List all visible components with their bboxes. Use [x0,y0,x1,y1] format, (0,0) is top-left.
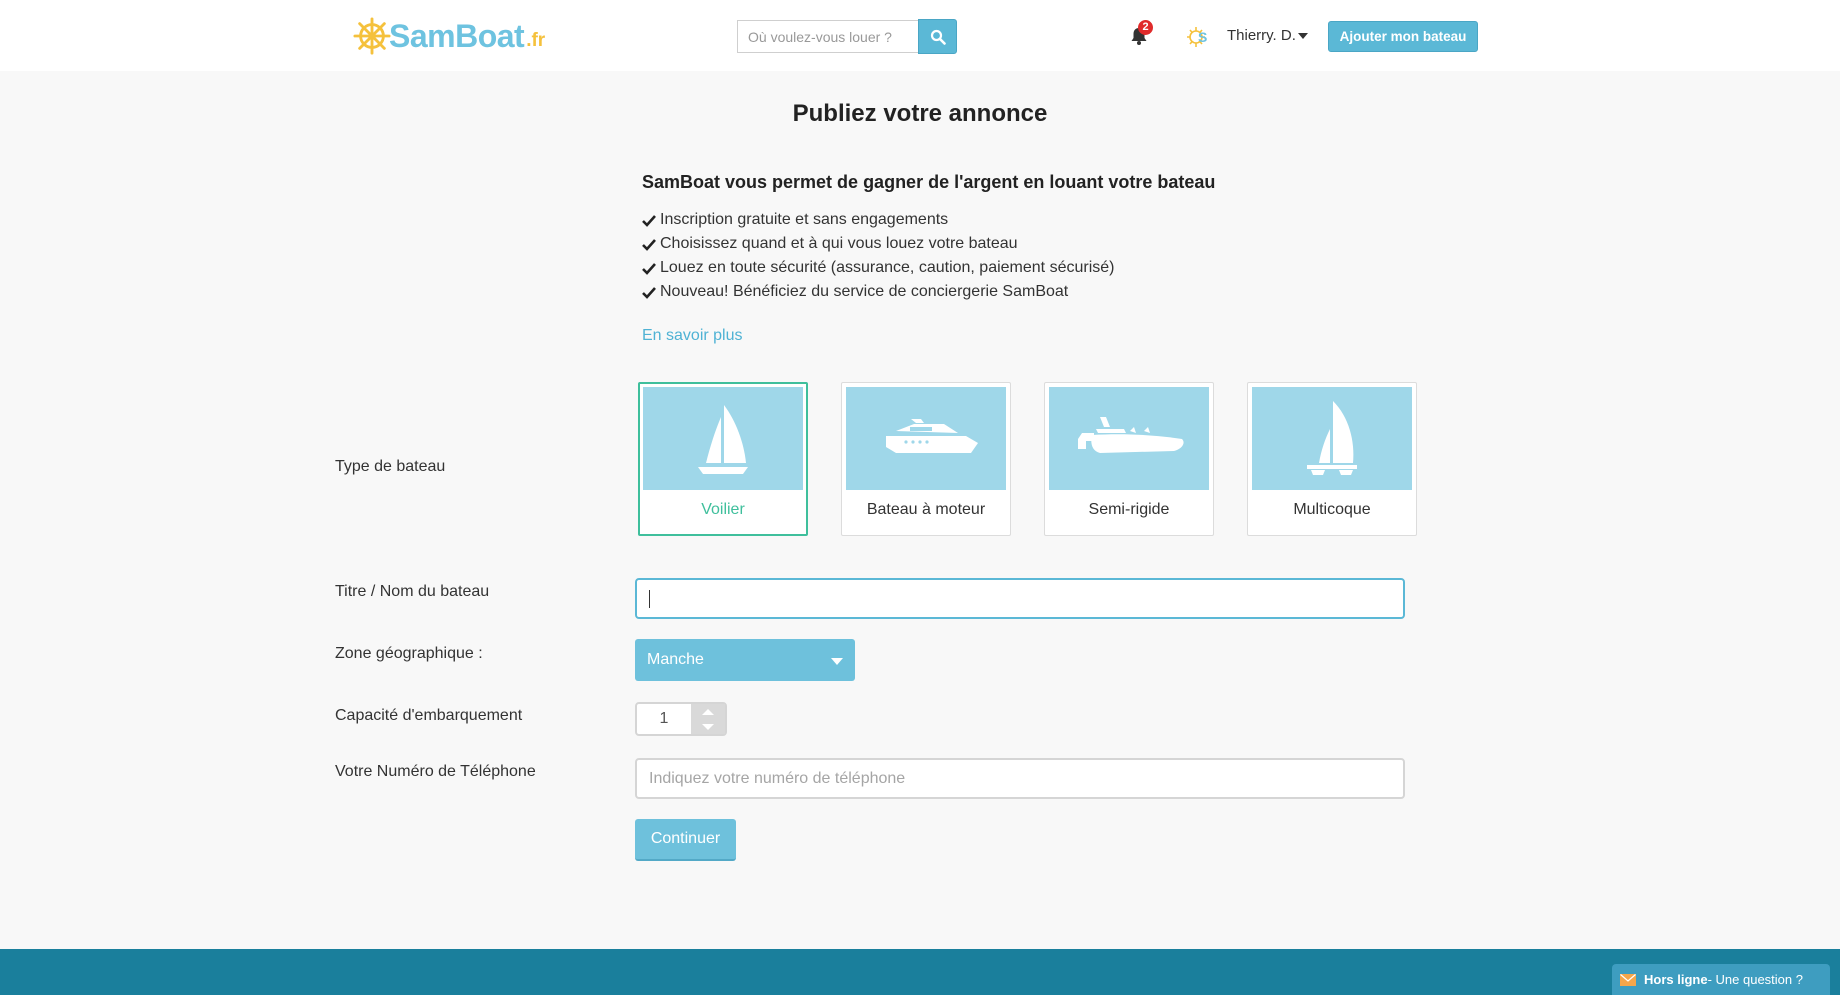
top-header: SamBoat .fr 2 S Thierry. D. Ajo [0,0,1840,71]
search-icon [930,29,946,45]
boat-type-semi-rigide[interactable]: Semi-rigide [1044,382,1214,536]
increment-arrow-icon[interactable] [702,708,714,715]
user-menu[interactable]: Thierry. D. [1227,27,1308,44]
continue-button[interactable]: Continuer [635,819,736,861]
boat-type-multicoque[interactable]: Multicoque [1247,382,1417,536]
boat-type-voilier[interactable]: Voilier [638,382,808,536]
samboat-credits-icon[interactable]: S [1187,26,1211,48]
brand-tld: .fr [526,30,546,51]
footer [0,949,1840,995]
caret-down-icon [1297,33,1308,39]
boat-type-caption: Multicoque [1293,501,1371,518]
chat-status: Hors ligne [1644,972,1708,987]
catamaran-icon [1307,400,1357,475]
chevron-down-icon [831,658,843,665]
zone-selected-value: Manche [647,651,704,668]
boat-type-bateau-a-moteur[interactable]: Bateau à moteur [841,382,1011,536]
capacity-label: Capacité d'embarquement [335,707,523,724]
samboat-logo[interactable]: SamBoat .fr [353,15,545,57]
sailboat-icon [698,404,748,474]
chat-question: - Une question ? [1707,972,1803,987]
stepper-buttons [691,704,725,734]
phone-input[interactable] [635,758,1405,799]
list-item: Choisissez quand et à qui vous louez vot… [642,232,1114,256]
capacity-stepper[interactable]: 1 [635,702,727,736]
check-icon [642,214,656,227]
check-icon [642,286,656,299]
decrement-arrow-icon[interactable] [702,723,714,730]
check-icon [642,238,656,251]
user-name: Thierry. D. [1227,27,1296,44]
boat-type-caption: Bateau à moteur [866,501,986,518]
title-label: Titre / Nom du bateau [335,583,490,600]
notifications-button[interactable]: 2 [1129,20,1153,47]
intro-title: SamBoat vous permet de gagner de l'argen… [642,172,1216,192]
list-item: Louez en toute sécurité (assurance, caut… [642,256,1114,280]
search-input[interactable] [737,20,918,53]
chat-widget-button[interactable]: Hors ligne - Une question ? [1612,964,1830,995]
boat-type-caption: Voilier [701,501,745,518]
boat-type-selector: Voilier Bateau à moteur Semi-rigide Mult… [638,382,1450,536]
boat-type-label: Type de bateau [335,458,446,475]
check-icon [642,262,656,275]
list-item: Nouveau! Bénéficiez du service de concie… [642,280,1114,304]
zone-select[interactable]: Manche [635,639,855,681]
phone-label: Votre Numéro de Téléphone [335,763,536,780]
boat-type-caption: Semi-rigide [1088,501,1170,518]
capacity-value[interactable]: 1 [637,704,691,734]
add-boat-button[interactable]: Ajouter mon bateau [1328,21,1478,52]
search-bar [737,19,957,55]
svg-text:S: S [1198,29,1207,45]
zone-label: Zone géographique : [335,645,483,662]
list-item: Inscription gratuite et sans engagements [642,208,1114,232]
envelope-icon [1620,973,1636,986]
search-button[interactable] [918,19,957,54]
learn-more-link[interactable]: En savoir plus [642,327,743,345]
motorboat-icon [886,418,978,453]
brand-name: SamBoat [389,17,525,54]
text-cursor [649,590,650,608]
ship-wheel-icon [353,17,391,55]
rib-boat-icon [1078,416,1184,453]
boat-title-input[interactable] [635,578,1405,619]
page-title: Publiez votre annonce [792,100,1048,127]
benefits-list: Inscription gratuite et sans engagements… [642,208,1114,304]
notification-count-badge: 2 [1138,20,1153,35]
